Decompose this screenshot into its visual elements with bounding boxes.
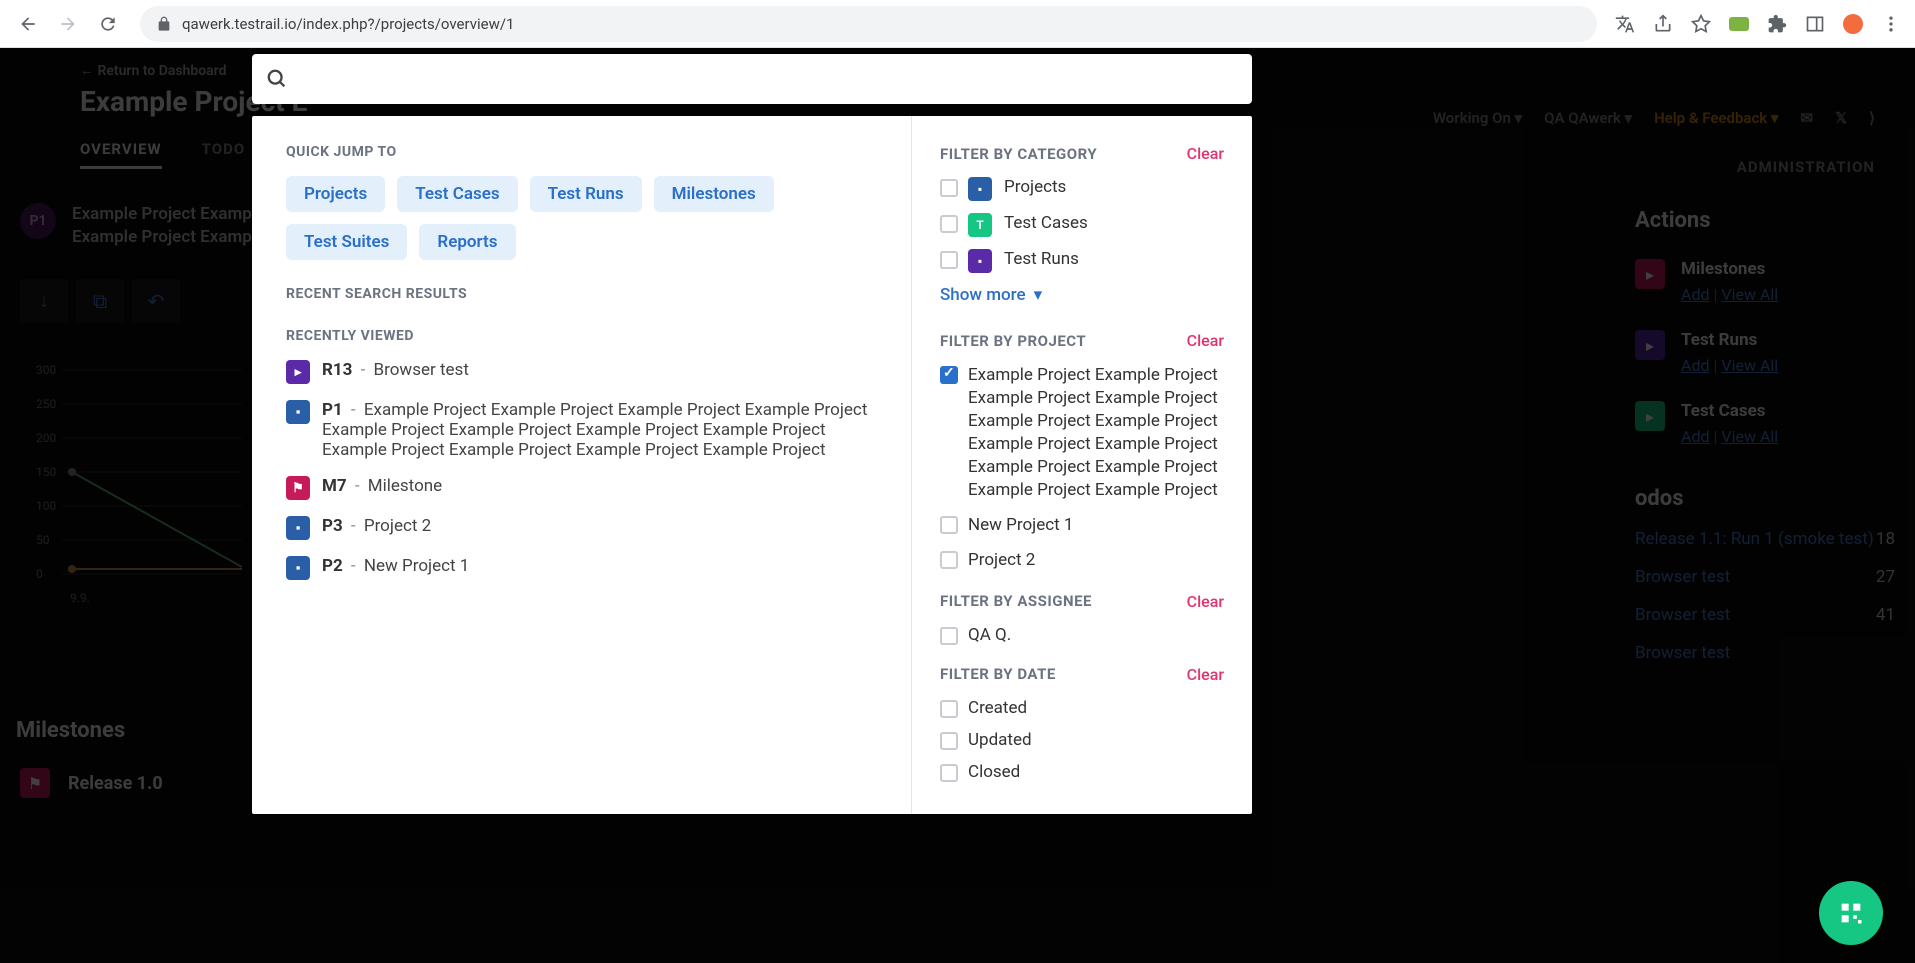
- chip-test-suites[interactable]: Test Suites: [286, 224, 407, 260]
- category-option[interactable]: T Test Cases: [940, 213, 1224, 237]
- clear-project[interactable]: Clear: [1187, 331, 1224, 350]
- flag-icon: ⚑: [286, 476, 310, 500]
- project-label: Example Project Example Project Example …: [968, 364, 1224, 502]
- share-icon[interactable]: [1651, 12, 1675, 36]
- recent-item[interactable]: ▸R13 - Browser test: [286, 360, 877, 384]
- checkbox[interactable]: [940, 627, 958, 645]
- category-icon: ▪: [968, 177, 992, 201]
- category-label: Test Cases: [1004, 213, 1088, 233]
- chip-projects[interactable]: Projects: [286, 176, 385, 212]
- recent-item[interactable]: ▪P1 - Example Project Example Project Ex…: [286, 400, 877, 460]
- clear-category[interactable]: Clear: [1187, 144, 1224, 163]
- recently-viewed-heading: RECENTLY VIEWED: [286, 328, 877, 344]
- back-button[interactable]: [12, 8, 44, 40]
- category-option[interactable]: ▪ Projects: [940, 177, 1224, 201]
- chip-reports[interactable]: Reports: [419, 224, 515, 260]
- checkbox[interactable]: [940, 215, 958, 233]
- filter-project-heading: FILTER BY PROJECT: [940, 332, 1086, 350]
- browser-extensions: [1613, 12, 1903, 36]
- reload-button[interactable]: [92, 8, 124, 40]
- address-bar[interactable]: qawerk.testrail.io/index.php?/projects/o…: [140, 6, 1597, 42]
- assignee-label: QA Q.: [968, 625, 1011, 645]
- ext-orange-icon[interactable]: [1841, 12, 1865, 36]
- recent-item[interactable]: ⚑M7 - Milestone: [286, 476, 877, 500]
- recent-item[interactable]: ▪P3 - Project 2: [286, 516, 877, 540]
- quick-jump-heading: QUICK JUMP TO: [286, 144, 877, 160]
- proj-icon: ▪: [286, 400, 310, 424]
- proj-icon: ▪: [286, 556, 310, 580]
- category-option[interactable]: ▪ Test Runs: [940, 249, 1224, 273]
- extensions-icon[interactable]: [1765, 12, 1789, 36]
- floating-action-button[interactable]: [1819, 881, 1883, 945]
- recent-results-heading: RECENT SEARCH RESULTS: [286, 286, 877, 302]
- category-label: Projects: [1004, 177, 1066, 197]
- category-icon: ▪: [968, 249, 992, 273]
- chip-milestones[interactable]: Milestones: [654, 176, 774, 212]
- run-icon: ▸: [286, 360, 310, 384]
- chevron-down-icon: ▾: [1034, 285, 1043, 305]
- chip-test-runs[interactable]: Test Runs: [530, 176, 642, 212]
- quick-jump-chips: Projects Test Cases Test Runs Milestones Tes…: [286, 176, 877, 260]
- project-label: New Project 1: [968, 514, 1073, 537]
- star-icon[interactable]: [1689, 12, 1713, 36]
- date-label: Created: [968, 698, 1027, 718]
- checkbox[interactable]: [940, 732, 958, 750]
- checkbox[interactable]: [940, 764, 958, 782]
- project-option[interactable]: Example Project Example Project Example …: [940, 364, 1224, 502]
- checkbox[interactable]: [940, 366, 958, 384]
- recent-item[interactable]: ▪P2 - New Project 1: [286, 556, 877, 580]
- date-option[interactable]: Closed: [940, 762, 1224, 782]
- filter-assignee-heading: FILTER BY ASSIGNEE: [940, 592, 1092, 610]
- date-label: Closed: [968, 762, 1020, 782]
- category-label: Test Runs: [1004, 249, 1079, 269]
- show-more-link[interactable]: Show more ▾: [940, 285, 1224, 305]
- clear-date[interactable]: Clear: [1187, 665, 1224, 684]
- menu-icon[interactable]: [1879, 12, 1903, 36]
- date-option[interactable]: Created: [940, 698, 1224, 718]
- lock-icon: [156, 16, 172, 32]
- checkbox[interactable]: [940, 179, 958, 197]
- search-icon: [266, 68, 288, 90]
- filter-date-heading: FILTER BY DATE: [940, 665, 1056, 683]
- proj-icon: ▪: [286, 516, 310, 540]
- checkbox[interactable]: [940, 251, 958, 269]
- search-bar: [252, 54, 1252, 104]
- translate-icon[interactable]: [1613, 12, 1637, 36]
- filter-category-heading: FILTER BY CATEGORY: [940, 145, 1097, 163]
- search-input[interactable]: [300, 69, 1238, 89]
- project-option[interactable]: Project 2: [940, 549, 1224, 572]
- ext-green-icon[interactable]: [1727, 12, 1751, 36]
- date-label: Updated: [968, 730, 1032, 750]
- clear-assignee[interactable]: Clear: [1187, 592, 1224, 611]
- checkbox[interactable]: [940, 551, 958, 569]
- assignee-option[interactable]: QA Q.: [940, 625, 1224, 645]
- panel-icon[interactable]: [1803, 12, 1827, 36]
- project-label: Project 2: [968, 549, 1035, 572]
- checkbox[interactable]: [940, 516, 958, 534]
- category-icon: T: [968, 213, 992, 237]
- search-modal: QUICK JUMP TO Projects Test Cases Test Run…: [252, 54, 1252, 814]
- url-text: qawerk.testrail.io/index.php?/projects/o…: [182, 15, 514, 33]
- checkbox[interactable]: [940, 700, 958, 718]
- date-option[interactable]: Updated: [940, 730, 1224, 750]
- browser-toolbar: qawerk.testrail.io/index.php?/projects/o…: [0, 0, 1915, 48]
- chip-test-cases[interactable]: Test Cases: [397, 176, 517, 212]
- forward-button[interactable]: [52, 8, 84, 40]
- project-option[interactable]: New Project 1: [940, 514, 1224, 537]
